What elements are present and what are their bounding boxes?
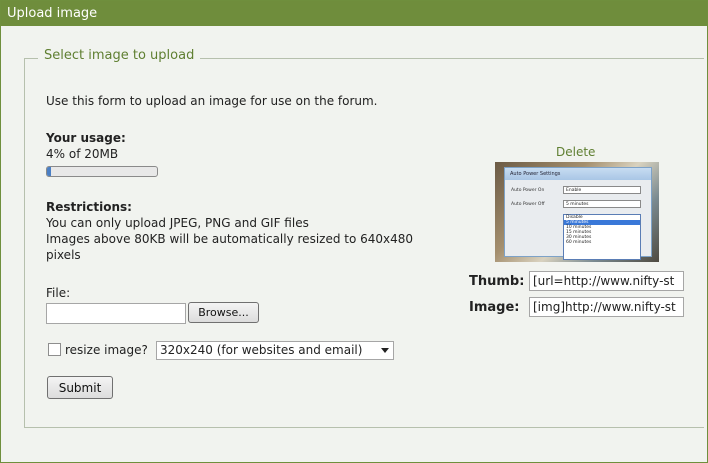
- resize-size-selected: 320x240 (for websites and email): [160, 343, 363, 357]
- browse-button[interactable]: Browse...: [188, 302, 259, 323]
- thumbnail-option: 60 minutes: [566, 240, 592, 245]
- usage-text: 4% of 20MB: [46, 147, 119, 161]
- thumb-code-field[interactable]: [url=http://www.nifty-st: [529, 271, 684, 291]
- thumbnail-row1-value: Enable: [563, 186, 641, 194]
- file-input[interactable]: [46, 303, 186, 324]
- restrictions-line-3: pixels: [46, 248, 81, 262]
- restrictions-heading: Restrictions:: [46, 200, 132, 214]
- panel-header-title: Upload image: [1, 1, 707, 26]
- fieldset-legend: Select image to upload: [38, 48, 201, 63]
- image-code-label: Image:: [469, 300, 520, 315]
- thumbnail-options-list: Disable 5 minutes 10 minutes 15 minutes 30 m…: [563, 214, 641, 260]
- usage-heading: Your usage:: [46, 131, 126, 145]
- restrictions-line-2: Images above 80KB will be automatically …: [46, 232, 414, 246]
- thumbnail-row2-label: Auto Power Off: [511, 202, 545, 207]
- image-code-field[interactable]: [img]http://www.nifty-st: [529, 297, 684, 317]
- resize-label: resize image?: [65, 343, 148, 357]
- file-label: File:: [46, 286, 71, 300]
- intro-text: Use this form to upload an image for use…: [46, 94, 378, 108]
- usage-progress-bar: [46, 166, 158, 177]
- resize-size-select[interactable]: 320x240 (for websites and email): [156, 341, 394, 360]
- uploaded-image-thumbnail[interactable]: Auto Power Settings Auto Power On Enable…: [495, 162, 659, 262]
- thumbnail-row2-value: 5 minutes: [563, 200, 641, 208]
- restrictions-line-1: You can only upload JPEG, PNG and GIF fi…: [46, 216, 309, 230]
- delete-link[interactable]: Delete: [556, 145, 595, 159]
- thumb-code-label: Thumb:: [469, 274, 525, 289]
- submit-button[interactable]: Submit: [47, 376, 113, 399]
- thumbnail-dialog-title: Auto Power Settings: [505, 168, 651, 180]
- thumbnail-row1-label: Auto Power On: [511, 188, 545, 193]
- usage-progress-fill: [47, 167, 52, 176]
- dropdown-arrow-icon: [381, 348, 389, 353]
- resize-checkbox[interactable]: [48, 343, 61, 356]
